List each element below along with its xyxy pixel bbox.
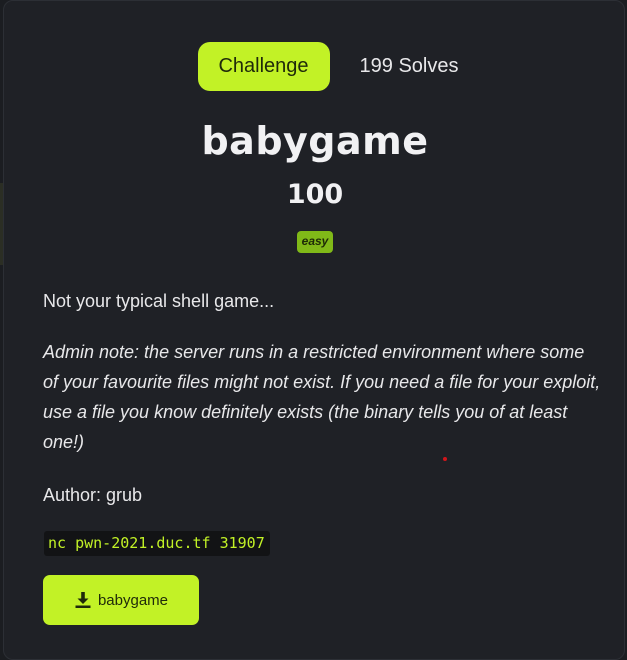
challenge-title: babygame [201, 119, 429, 163]
connection-info: nc pwn-2021.duc.tf 31907 [44, 531, 270, 556]
tab-challenge[interactable]: Challenge [197, 42, 330, 91]
download-button[interactable]: babygame [43, 575, 199, 625]
difficulty-badge: easy [296, 231, 334, 253]
tag-row: easy [4, 231, 626, 253]
challenge-description: Not your typical shell game... Admin not… [43, 287, 603, 509]
connection-command[interactable]: nc pwn-2021.duc.tf 31907 [44, 531, 270, 556]
cursor-dot [443, 457, 447, 461]
challenge-points: 100 [286, 179, 344, 210]
modal-tabs: Challenge 199 Solves [4, 42, 626, 91]
admin-note: Admin note: the server runs in a restric… [43, 342, 601, 452]
download-icon [74, 591, 92, 609]
author-line: Author: grub [43, 485, 143, 505]
description-text: Not your typical shell game... [43, 291, 275, 311]
challenge-modal: Challenge 199 Solves babygame 100 easy N… [3, 0, 625, 660]
download-label: babygame [97, 591, 169, 609]
tab-solves[interactable]: 199 Solves [350, 42, 469, 91]
